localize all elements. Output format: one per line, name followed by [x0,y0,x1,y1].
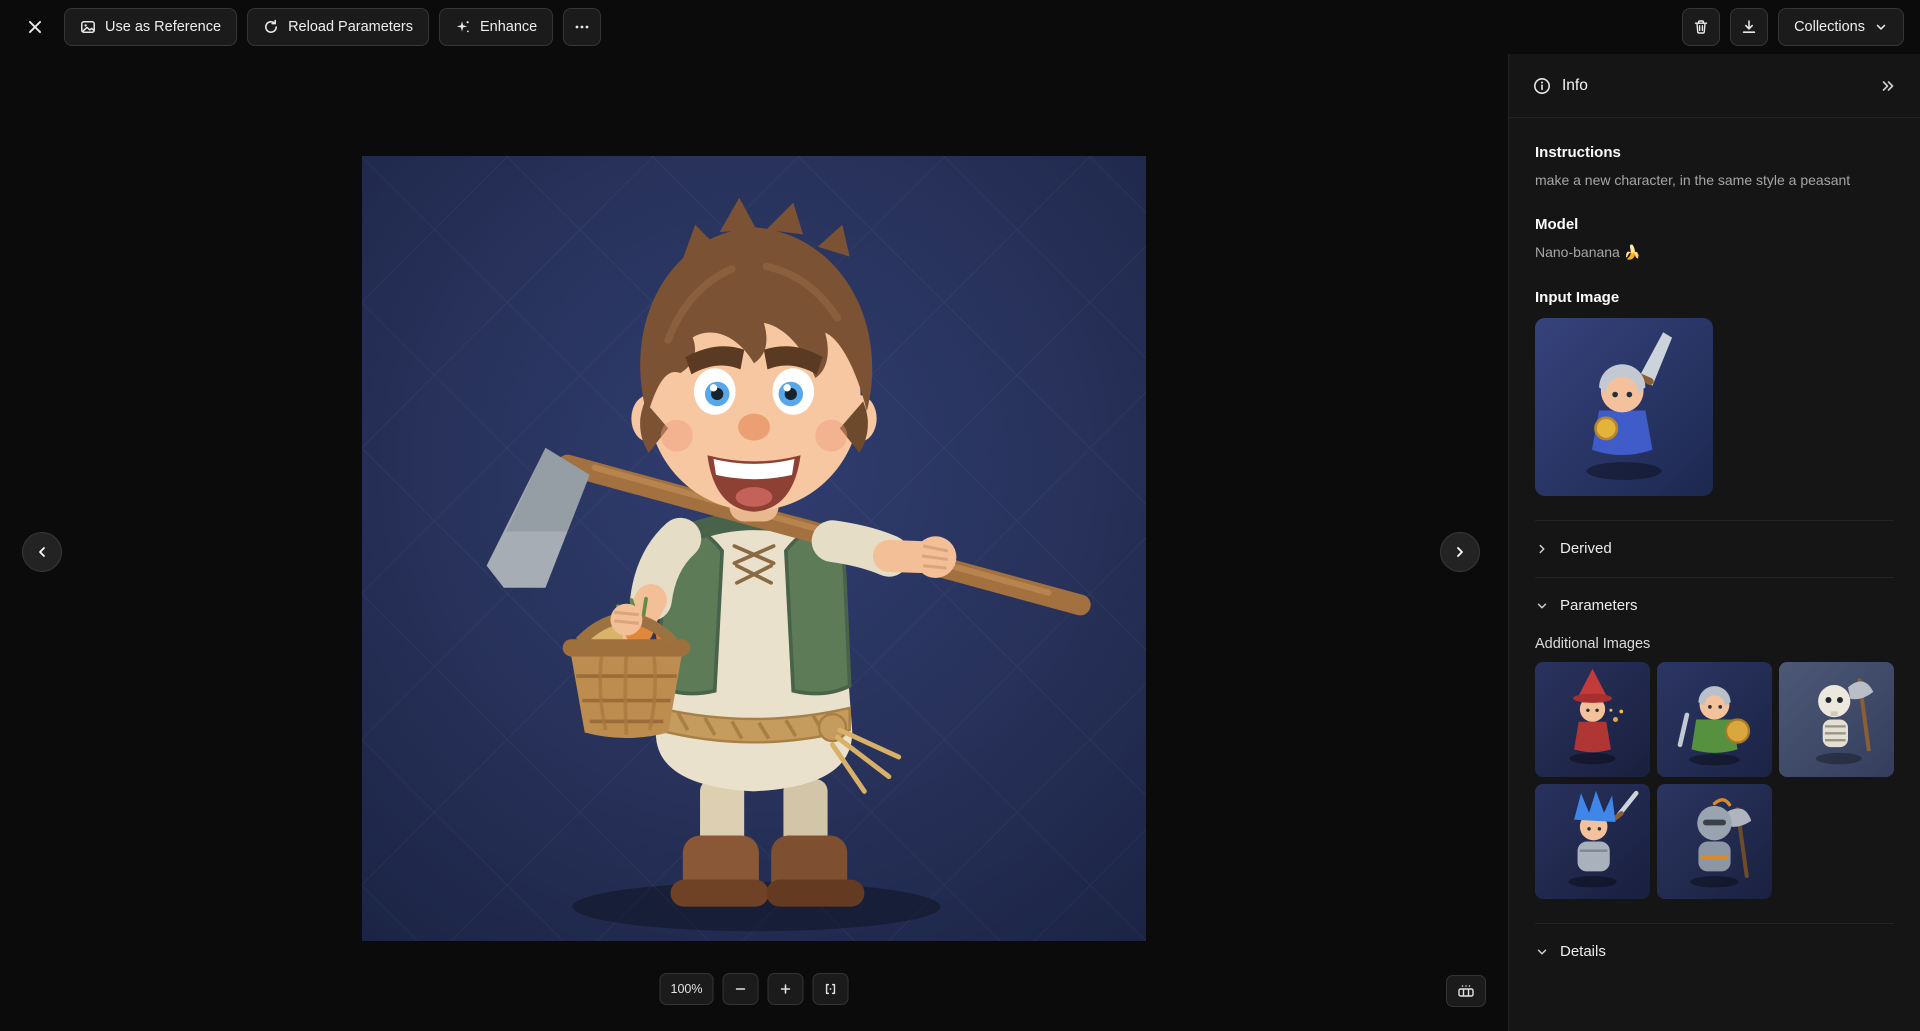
zoom-out-button[interactable] [722,973,758,1005]
image-icon [80,19,96,35]
chevron-right-icon [1452,544,1468,560]
zoom-level-button[interactable]: 100% [660,973,714,1005]
chevron-down-icon [1535,945,1549,959]
collections-label: Collections [1794,19,1865,35]
generated-image-peasant[interactable] [362,156,1146,941]
reload-parameters-button[interactable]: Reload Parameters [247,8,429,46]
use-as-reference-button[interactable]: Use as Reference [64,8,237,46]
zoom-level-value: 100% [671,982,703,996]
trash-icon [1693,19,1709,35]
parameters-label: Parameters [1560,597,1638,614]
additional-image-wizard[interactable] [1535,662,1650,777]
fit-brackets-icon [823,982,837,996]
model-value: Nano-banana 🍌 [1535,242,1855,262]
derived-label: Derived [1560,540,1612,557]
model-label: Model [1535,216,1894,233]
reload-parameters-label: Reload Parameters [288,19,413,35]
close-button[interactable] [16,8,54,46]
filmstrip-icon [1457,983,1475,999]
input-image-thumbnail[interactable] [1535,318,1713,496]
fit-to-screen-button[interactable] [812,973,848,1005]
details-label: Details [1560,943,1606,960]
use-as-reference-label: Use as Reference [105,19,221,35]
details-section-toggle[interactable]: Details [1535,924,1894,980]
minus-icon [733,982,747,996]
collapse-panel-button[interactable] [1880,78,1896,94]
download-icon [1741,19,1757,35]
toggle-filmstrip-button[interactable] [1446,975,1486,1007]
input-image-label: Input Image [1535,289,1894,306]
canvas-area: 100% [0,54,1508,1031]
app-window: Use as Reference Reload Parameters Enhan… [0,0,1920,1031]
download-button[interactable] [1730,8,1768,46]
panel-title: Info [1562,77,1588,95]
more-options-button[interactable] [563,8,601,46]
top-toolbar: Use as Reference Reload Parameters Enhan… [0,0,1920,54]
derived-section-toggle[interactable]: Derived [1535,521,1894,577]
enhance-label: Enhance [480,19,537,35]
additional-image-blue-knight[interactable] [1535,784,1650,899]
instructions-label: Instructions [1535,144,1894,161]
reload-icon [263,19,279,35]
instructions-text: make a new character, in the same style … [1535,170,1855,190]
chevron-left-icon [34,544,50,560]
enhance-button[interactable]: Enhance [439,8,553,46]
collections-button[interactable]: Collections [1778,8,1904,46]
info-panel: Info Instructions make a new character, … [1508,54,1920,1031]
double-chevron-right-icon [1880,78,1896,94]
enhance-sparkle-icon [455,19,471,35]
chevron-down-icon [1535,599,1549,613]
plus-icon [778,982,792,996]
additional-image-green-knight[interactable] [1657,662,1772,777]
info-icon [1533,77,1551,95]
close-icon [26,18,44,36]
info-panel-header: Info [1509,54,1920,118]
additional-image-skeleton[interactable] [1779,662,1894,777]
ellipsis-icon [574,19,590,35]
next-image-button[interactable] [1440,532,1480,572]
parameters-section-toggle[interactable]: Parameters [1535,578,1894,634]
zoom-controls: 100% [660,973,849,1005]
info-panel-body: Instructions make a new character, in th… [1509,118,1920,1031]
delete-button[interactable] [1682,8,1720,46]
chevron-down-icon [1874,20,1888,34]
zoom-in-button[interactable] [767,973,803,1005]
additional-image-gray-knight[interactable] [1657,784,1772,899]
previous-image-button[interactable] [22,532,62,572]
additional-images-grid [1535,662,1894,899]
chevron-right-icon [1535,542,1549,556]
additional-images-label: Additional Images [1535,636,1894,652]
